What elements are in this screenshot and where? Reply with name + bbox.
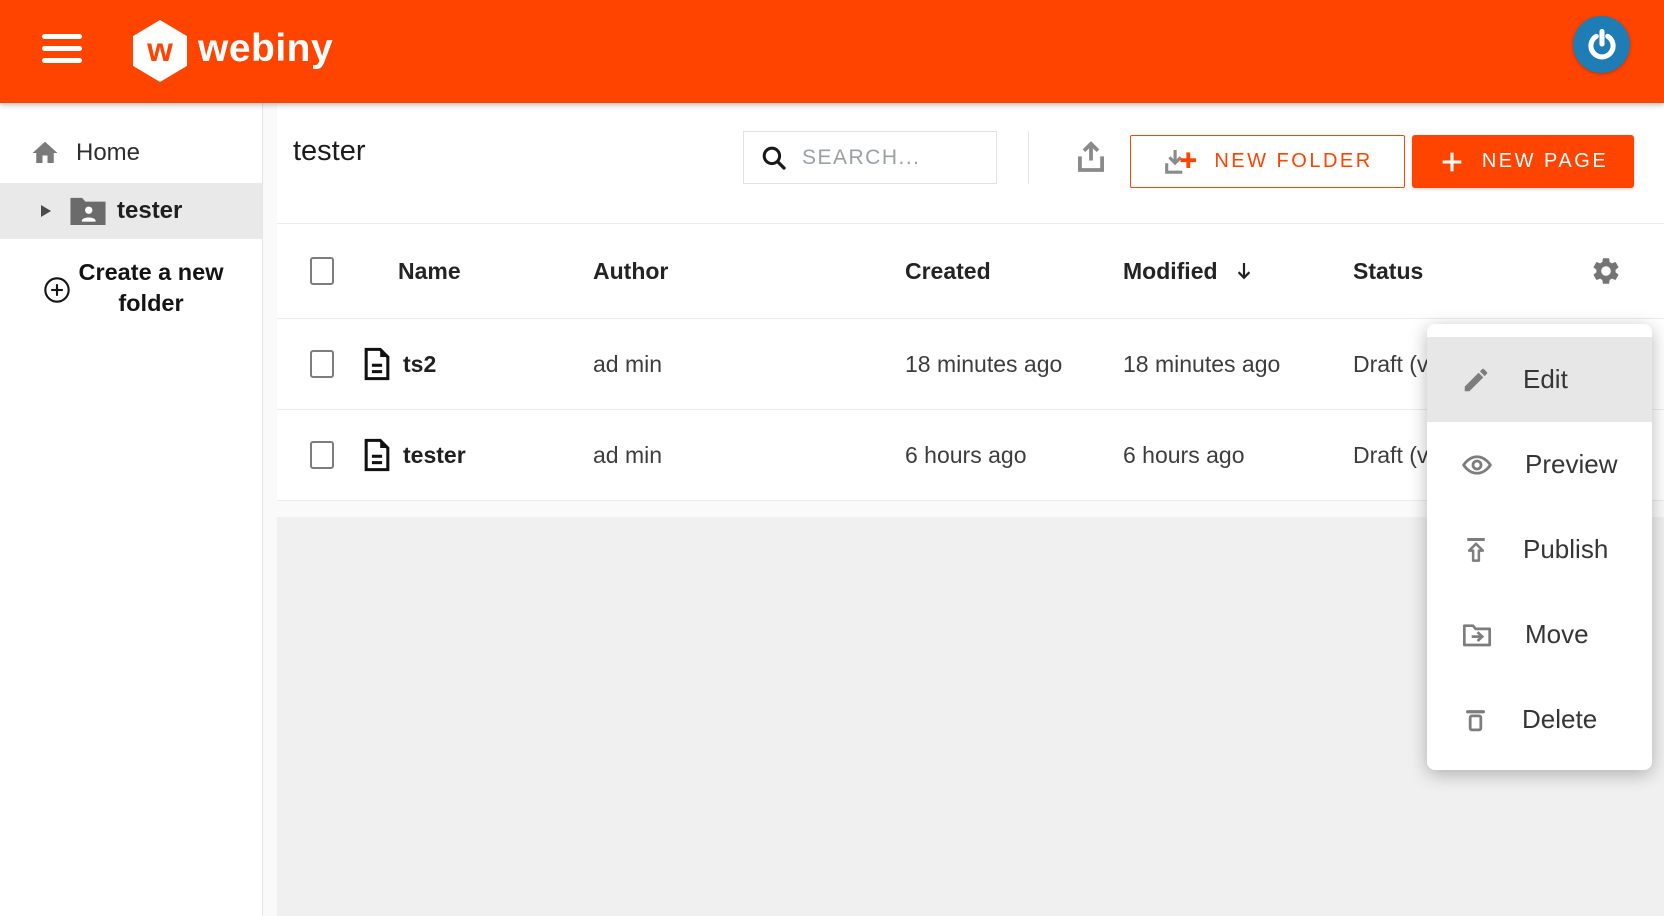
table-header-row: Name Author Created Modified Status <box>277 223 1664 319</box>
brand-wordmark: webiny <box>198 27 333 71</box>
power-icon <box>1584 27 1620 63</box>
sidebar-folder-label: tester <box>117 197 182 225</box>
gear-icon[interactable] <box>1590 255 1622 287</box>
page-title: tester <box>293 135 366 168</box>
menu-item-label: Publish <box>1523 534 1608 565</box>
new-page-button[interactable]: NEW PAGE <box>1412 135 1634 188</box>
page-created: 18 minutes ago <box>905 351 1123 378</box>
sidebar-item-home[interactable]: Home <box>0 127 262 179</box>
hamburger-menu-icon[interactable] <box>42 34 82 63</box>
page-file-icon <box>363 438 391 472</box>
page-author: ad min <box>593 442 905 469</box>
folder-user-icon <box>69 195 107 227</box>
eye-icon <box>1461 449 1493 481</box>
upload-icon <box>1072 139 1110 177</box>
new-folder-button[interactable]: NEW FOLDER <box>1130 135 1405 188</box>
logo-letter: w <box>147 31 173 71</box>
webiny-logo-icon[interactable]: w <box>133 20 187 82</box>
row-context-menu: Edit Preview Publish Move <box>1427 324 1652 770</box>
page-name: ts2 <box>403 351 436 378</box>
toolbar-divider <box>1028 131 1029 184</box>
page-author: ad min <box>593 351 905 378</box>
sidebar: Home tester Create a new folder <box>0 103 263 916</box>
sort-descending-icon <box>1232 259 1256 283</box>
create-folder-label: Create a new folder <box>72 257 230 319</box>
top-bar: w webiny <box>0 0 1664 103</box>
page-name: tester <box>403 442 466 469</box>
column-header-modified[interactable]: Modified <box>1123 258 1353 285</box>
trash-icon <box>1461 705 1490 734</box>
plus-icon <box>1438 148 1466 176</box>
row-checkbox[interactable] <box>310 441 334 469</box>
menu-item-label: Edit <box>1523 364 1568 395</box>
search-input[interactable] <box>802 146 972 170</box>
new-page-label: NEW PAGE <box>1482 150 1608 173</box>
search-box <box>743 131 997 184</box>
move-folder-icon <box>1461 619 1493 651</box>
column-header-author[interactable]: Author <box>593 258 905 285</box>
publish-icon <box>1461 535 1491 565</box>
pencil-icon <box>1461 365 1491 395</box>
page-modified: 18 minutes ago <box>1123 351 1353 378</box>
new-folder-label: NEW FOLDER <box>1214 150 1372 173</box>
page-created: 6 hours ago <box>905 442 1123 469</box>
page-modified: 6 hours ago <box>1123 442 1353 469</box>
user-avatar[interactable] <box>1573 16 1630 73</box>
webiny-page-builder-app: w webiny Home tester <box>0 0 1664 916</box>
menu-item-edit[interactable]: Edit <box>1427 337 1652 422</box>
row-checkbox[interactable] <box>310 350 334 378</box>
select-all-checkbox[interactable] <box>310 257 334 285</box>
column-header-status[interactable]: Status <box>1353 258 1590 285</box>
plus-circle-icon <box>43 276 71 304</box>
sidebar-home-label: Home <box>76 139 140 167</box>
import-pages-button[interactable] <box>1072 139 1110 177</box>
home-icon <box>30 138 60 168</box>
menu-item-move[interactable]: Move <box>1427 592 1652 677</box>
menu-item-label: Move <box>1525 619 1589 650</box>
menu-item-delete[interactable]: Delete <box>1427 677 1652 762</box>
new-folder-icon <box>1162 147 1199 177</box>
sidebar-item-folder-tester[interactable]: tester <box>0 183 262 239</box>
page-file-icon <box>363 347 391 381</box>
menu-item-label: Preview <box>1525 449 1617 480</box>
menu-item-label: Delete <box>1522 704 1597 735</box>
column-header-name[interactable]: Name <box>363 258 593 285</box>
menu-item-publish[interactable]: Publish <box>1427 507 1652 592</box>
column-header-created[interactable]: Created <box>905 258 1123 285</box>
create-new-folder-button[interactable]: Create a new folder <box>0 251 262 327</box>
search-icon <box>760 144 788 172</box>
menu-item-preview[interactable]: Preview <box>1427 422 1652 507</box>
chevron-right-icon[interactable] <box>41 205 51 217</box>
